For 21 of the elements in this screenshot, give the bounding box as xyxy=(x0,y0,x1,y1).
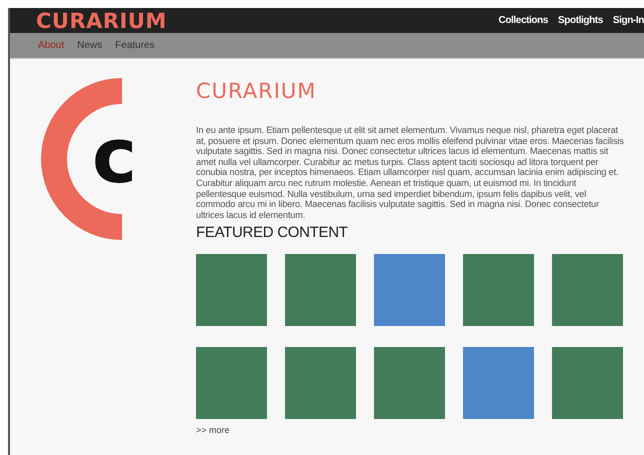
content-tile[interactable] xyxy=(552,254,623,326)
sub-nav-link[interactable]: News xyxy=(77,40,102,51)
logo-letter: c xyxy=(92,118,138,194)
body-paragraph: In eu ante ipsum. Etiam pellentesque ut elit sit amet elementum. Vivamus neque nisl, pharetra eget placerat at, posuere et ipsum. Donec elementum quam nec eros mollis eleifend pulvinar vitae eros. Maecenas facilisis vulputate sagittis. Sed in magna nisi. Donec consectetur ultrices lacus id elementum. Maecenas mattis sit amet nulla vel ullamcorper. Curabitur ac metus turpis. Class aptent taciti sociosqu ad litora torquent per conubia nostra, per inceptos himenaeos. Etiam ullamcorper nisl quam, accumsan lacinia enim adipiscing et. Curabitur aliquam arcu nec rutrum molestie. Aenean et tristique quam, ut euismod mi. In tincidunt pellentesque euismod. Nulla vestibulum, urna sed imperdiet bibendum, ipsum felis dapibus velit, vel commodo arcu mi in libero. Maecenas facilisis vulputate sagittis. Sed in magna nisi. Donec consectetur ultrices lacus id elementum. xyxy=(196,125,625,220)
content-tile[interactable] xyxy=(285,254,356,326)
section-heading: FEATURED CONTENT xyxy=(196,224,349,242)
nav-link[interactable]: Spotlights xyxy=(558,15,603,26)
content-tile[interactable] xyxy=(552,347,623,420)
more-link[interactable]: >> more xyxy=(196,425,230,436)
content-tile[interactable] xyxy=(374,347,445,420)
content-tile[interactable] xyxy=(374,254,445,326)
sub-nav-link[interactable]: Features xyxy=(115,40,155,51)
content-tile[interactable] xyxy=(196,254,267,326)
content-tile[interactable] xyxy=(196,347,267,420)
content-tile[interactable] xyxy=(285,347,356,420)
nav-link[interactable]: Collections xyxy=(498,15,548,26)
page-title: CURARIUM xyxy=(196,79,318,103)
brand-logo[interactable]: CURARIUM xyxy=(36,8,167,32)
content-tile[interactable] xyxy=(463,254,534,326)
nav-link[interactable]: Sign-In xyxy=(612,15,644,26)
content-tile[interactable] xyxy=(463,347,534,420)
